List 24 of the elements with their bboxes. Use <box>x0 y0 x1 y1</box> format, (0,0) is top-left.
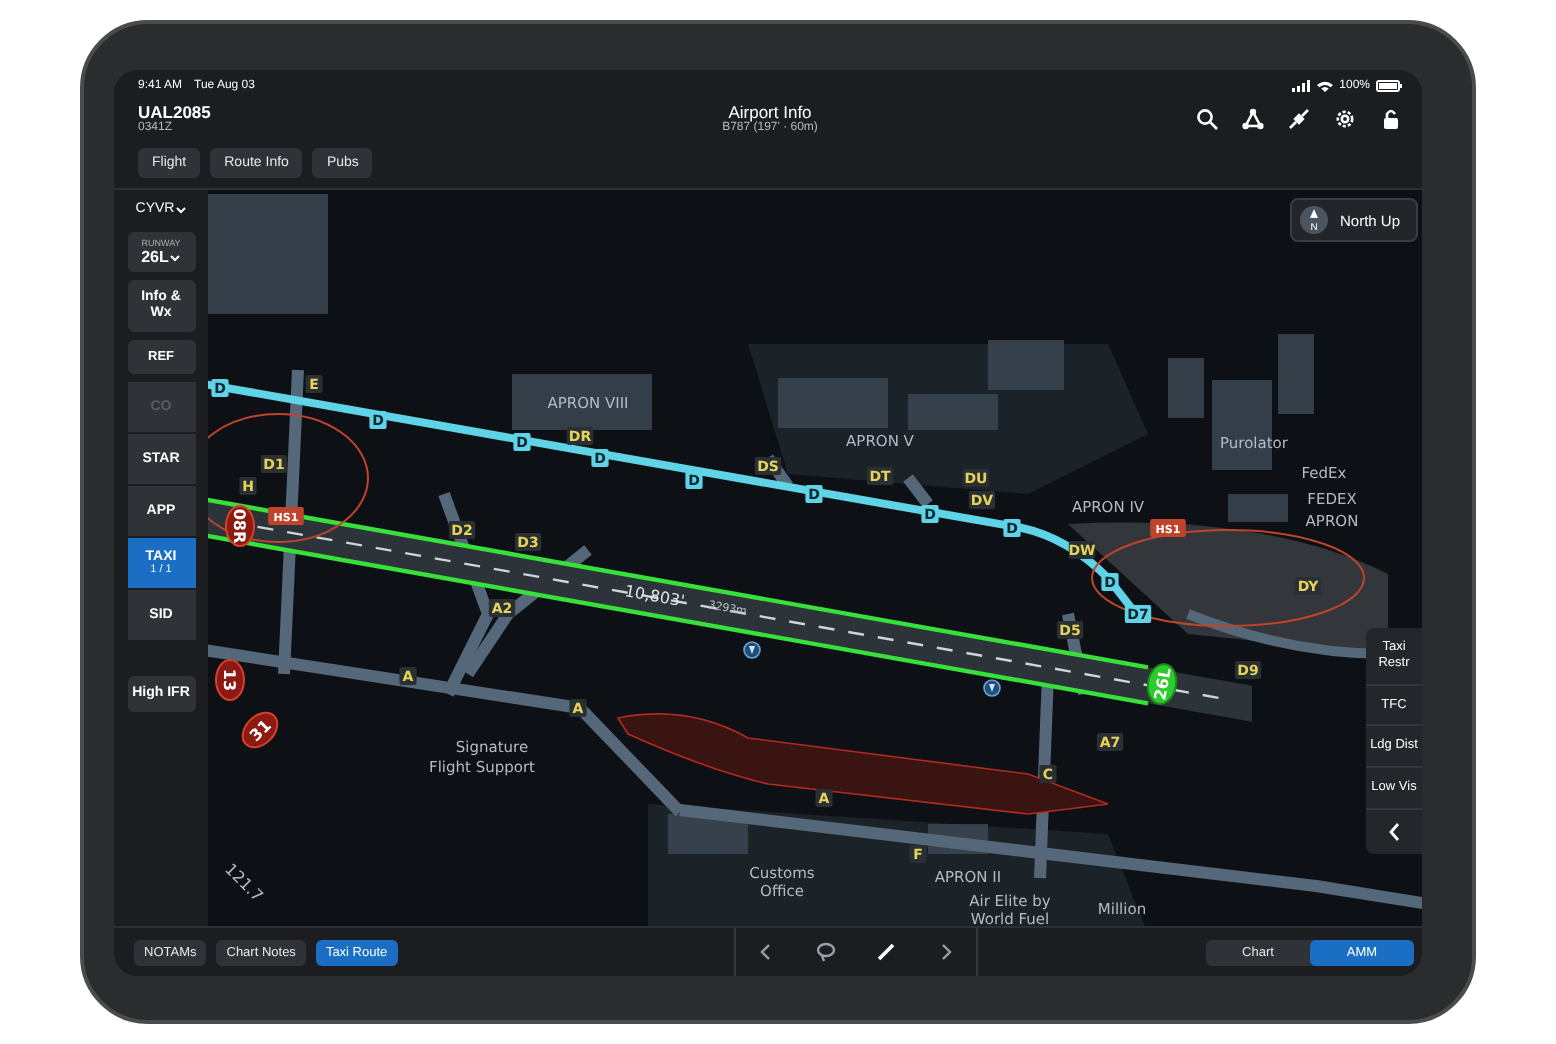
runway-end-marker: 08R <box>225 505 255 547</box>
wifi-icon <box>1315 79 1334 91</box>
runway-end-marker: 13 <box>215 659 245 701</box>
map-pin-icon <box>983 679 1001 697</box>
battery-icon <box>1376 79 1402 91</box>
chevron-down-icon <box>170 253 181 261</box>
chevron-right-icon[interactable] <box>936 942 956 962</box>
chevron-down-icon <box>176 205 187 213</box>
runway-end-marker: 26L <box>1146 663 1178 705</box>
chevron-left-icon[interactable] <box>756 942 776 962</box>
lock-icon[interactable] <box>1380 107 1402 129</box>
runway-end-marker: 31 <box>241 711 279 749</box>
taxiway <box>903 474 933 508</box>
search-icon[interactable] <box>1196 107 1218 129</box>
network-nodes-icon[interactable] <box>1242 107 1264 129</box>
chevron-left-icon <box>1388 821 1400 842</box>
signal-icon <box>1291 79 1310 91</box>
map-pin-icon <box>743 641 761 659</box>
settings-icon[interactable] <box>1334 107 1356 129</box>
runway-length-label: 10,803' <box>623 582 686 611</box>
lasso-icon[interactable] <box>816 942 836 962</box>
screen-title: Airport Info <box>728 102 812 122</box>
pencil-icon[interactable] <box>876 942 896 962</box>
flight-number: UAL2085 <box>138 102 213 122</box>
